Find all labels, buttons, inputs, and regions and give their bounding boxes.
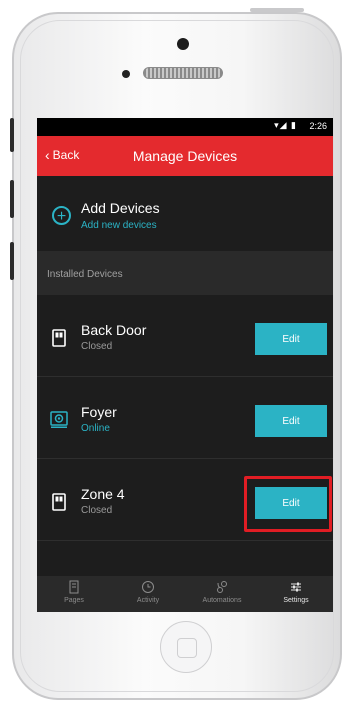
front-camera: [177, 38, 189, 50]
volume-down-button: [10, 242, 14, 280]
device-name: Zone 4: [81, 486, 125, 502]
page-title: Manage Devices: [132, 148, 238, 164]
home-button-square: [177, 638, 197, 658]
device-status: Online: [81, 423, 110, 434]
add-devices-title: Add Devices: [81, 200, 160, 216]
status-bar: ▾◢ ▮ 2:26: [37, 118, 333, 136]
app-screen: ▾◢ ▮ 2:26 ‹ Back Manage Devices + Add De…: [37, 118, 333, 612]
power-button: [250, 8, 304, 12]
sliders-icon: [291, 582, 301, 592]
section-header-label: Installed Devices: [47, 269, 123, 280]
pages-icon: [69, 580, 79, 594]
edit-highlight-box: [244, 476, 332, 532]
volume-up-button: [10, 180, 14, 218]
add-devices-subtitle: Add new devices: [81, 220, 157, 231]
status-time: 2:26: [309, 121, 327, 131]
edit-back-door-button[interactable]: Edit: [255, 323, 327, 355]
device-status: Closed: [81, 341, 113, 352]
proximity-sensor: [122, 70, 130, 78]
device-row-back-door: Back Door Closed Edit: [37, 295, 333, 377]
plus-circle-icon: +: [52, 206, 71, 225]
tab-label: Automations: [202, 597, 242, 604]
tab-label: Pages: [64, 597, 84, 604]
tab-automations[interactable]: Automations: [185, 576, 259, 612]
device-status: Closed: [81, 505, 113, 516]
device-row-foyer: Foyer Online Edit: [37, 377, 333, 459]
tab-label: Settings: [283, 597, 309, 604]
app-bar: ‹ Back Manage Devices: [37, 136, 333, 176]
door-sensor-icon: [52, 329, 66, 347]
home-button[interactable]: [160, 621, 212, 673]
device-name: Foyer: [81, 404, 117, 420]
device-name: Back Door: [81, 322, 147, 338]
status-icons: ▾◢ ▮: [274, 120, 297, 130]
tab-label: Activity: [136, 597, 160, 604]
add-devices-row[interactable]: + Add Devices Add new devices: [37, 176, 333, 251]
camera-device-icon: [50, 411, 68, 428]
tab-pages[interactable]: Pages: [37, 576, 111, 612]
door-sensor-icon: [52, 493, 66, 511]
tab-activity[interactable]: Activity: [111, 576, 185, 612]
installed-devices-header: Installed Devices: [37, 251, 333, 295]
bottom-tab-bar: Pages Activity Automations Settings: [37, 576, 333, 612]
automations-icon: [217, 581, 227, 593]
clock-icon: [142, 581, 154, 593]
mute-switch: [10, 118, 14, 152]
earpiece-speaker: [143, 67, 223, 79]
edit-foyer-button[interactable]: Edit: [255, 405, 327, 437]
tab-settings[interactable]: Settings: [259, 576, 333, 612]
